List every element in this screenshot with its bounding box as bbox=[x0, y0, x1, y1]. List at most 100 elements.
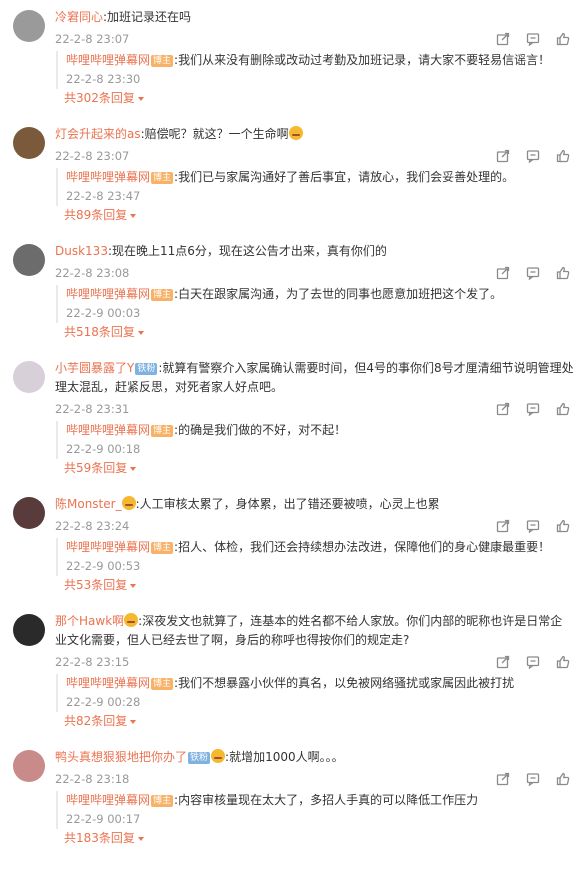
reply-content: :内容审核量现在太大了，多招人手真的可以降低工作压力 bbox=[174, 793, 479, 807]
view-replies-link[interactable]: 共302条回复 bbox=[64, 89, 584, 117]
author-badge: 博主 bbox=[151, 55, 174, 67]
comment-username[interactable]: 那个Hawk啊 bbox=[55, 614, 124, 628]
emoji-icon bbox=[121, 496, 136, 510]
comment-username[interactable]: 冷窘同心 bbox=[55, 10, 103, 24]
caret-down-icon bbox=[137, 97, 144, 101]
comment-item: 冷窘同心:加班记录还在吗 22-2-8 23:07 哔哩哔哩弹幕网 博主:我们从来没有… bbox=[0, 0, 584, 117]
view-replies-label: 共53条回复 bbox=[64, 578, 128, 592]
reply-time: 22-2-8 23:30 bbox=[66, 72, 141, 86]
comment-text: 冷窘同心:加班记录还在吗 bbox=[55, 8, 574, 27]
comment-text: 小芋圆暴露了Y 铁粉:就算有警察介入家属确认需要时间，但4号的事你们8号才厘清细节… bbox=[55, 359, 574, 397]
reply-username[interactable]: 哔哩哔哩弹幕网 bbox=[66, 287, 150, 301]
comment-list: 冷窘同心:加班记录还在吗 22-2-8 23:07 哔哩哔哩弹幕网 博主:我们从来没有… bbox=[0, 0, 584, 857]
author-reply: 哔哩哔哩弹幕网 博主:我们从来没有删除或改动过考勤及加班记录，请大家不要轻易信谣言… bbox=[56, 51, 574, 89]
reply-time: 22-2-9 00:53 bbox=[66, 559, 141, 573]
reply-username[interactable]: 哔哩哔哩弹幕网 bbox=[66, 793, 150, 807]
comment-icon[interactable] bbox=[526, 266, 540, 280]
reply-time: 22-2-8 23:47 bbox=[66, 189, 141, 203]
reply-content: :我们从来没有删除或改动过考勤及加班记录，请大家不要轻易信谣言！ bbox=[174, 53, 551, 67]
view-replies-label: 共82条回复 bbox=[64, 714, 128, 728]
author-reply: 哔哩哔哩弹幕网 博主:的确是我们做的不好，对不起！ 22-2-9 00:18 bbox=[56, 421, 574, 459]
reply-content: :白天在跟家属沟通，为了去世的同事也愿意加班把这个发了。 bbox=[174, 287, 503, 301]
share-icon[interactable] bbox=[496, 266, 510, 280]
view-replies-link[interactable]: 共183条回复 bbox=[64, 829, 584, 857]
comment-icon[interactable] bbox=[526, 519, 540, 533]
view-replies-link[interactable]: 共518条回复 bbox=[64, 323, 584, 351]
author-badge: 博主 bbox=[151, 542, 174, 554]
like-icon[interactable] bbox=[556, 149, 570, 163]
reply-content: :的确是我们做的不好，对不起！ bbox=[174, 423, 347, 437]
view-replies-label: 共59条回复 bbox=[64, 461, 128, 475]
caret-down-icon bbox=[137, 331, 144, 335]
caret-down-icon bbox=[130, 467, 137, 471]
reply-username[interactable]: 哔哩哔哩弹幕网 bbox=[66, 170, 150, 184]
avatar[interactable] bbox=[13, 244, 45, 276]
like-icon[interactable] bbox=[556, 519, 570, 533]
like-icon[interactable] bbox=[556, 402, 570, 416]
view-replies-link[interactable]: 共89条回复 bbox=[64, 206, 584, 234]
avatar[interactable] bbox=[13, 361, 45, 393]
comment-actions bbox=[496, 32, 570, 46]
like-icon[interactable] bbox=[556, 655, 570, 669]
comment-actions bbox=[496, 266, 570, 280]
comment-text: Dusk133:现在晚上11点6分，现在这公告才出来，真有你们的 bbox=[55, 242, 574, 261]
comment-icon[interactable] bbox=[526, 655, 540, 669]
author-badge: 博主 bbox=[151, 425, 174, 437]
view-replies-link[interactable]: 共53条回复 bbox=[64, 576, 584, 604]
share-icon[interactable] bbox=[496, 149, 510, 163]
comment-item: 那个Hawk啊:深夜发文也就算了，连基本的姓名都不给人家放。你们内部的昵称也许是… bbox=[0, 604, 584, 740]
fan-badge: 铁粉 bbox=[135, 363, 158, 375]
caret-down-icon bbox=[130, 584, 137, 588]
comment-username[interactable]: 陈Monster_ bbox=[55, 497, 122, 511]
view-replies-label: 共183条回复 bbox=[64, 831, 135, 845]
reply-username[interactable]: 哔哩哔哩弹幕网 bbox=[66, 676, 150, 690]
avatar[interactable] bbox=[13, 614, 45, 646]
reply-username[interactable]: 哔哩哔哩弹幕网 bbox=[66, 423, 150, 437]
like-icon[interactable] bbox=[556, 772, 570, 786]
share-icon[interactable] bbox=[496, 519, 510, 533]
author-badge: 博主 bbox=[151, 795, 174, 807]
comment-actions bbox=[496, 772, 570, 786]
comment-content: :人工审核太累了，身体累，出了错还要被喷，心灵上也累 bbox=[135, 497, 440, 511]
comment-icon[interactable] bbox=[526, 32, 540, 46]
reply-username[interactable]: 哔哩哔哩弹幕网 bbox=[66, 540, 150, 554]
fan-badge: 铁粉 bbox=[188, 752, 211, 764]
share-icon[interactable] bbox=[496, 772, 510, 786]
comment-item: 小芋圆暴露了Y 铁粉:就算有警察介入家属确认需要时间，但4号的事你们8号才厘清细节… bbox=[0, 351, 584, 487]
comment-actions bbox=[496, 402, 570, 416]
view-replies-label: 共89条回复 bbox=[64, 208, 128, 222]
comment-icon[interactable] bbox=[526, 402, 540, 416]
caret-down-icon bbox=[130, 214, 137, 218]
avatar[interactable] bbox=[13, 10, 45, 42]
view-replies-link[interactable]: 共59条回复 bbox=[64, 459, 584, 487]
comment-content: :赔偿呢？就这？一个生命啊 bbox=[140, 127, 289, 141]
comment-content: :加班记录还在吗 bbox=[103, 10, 192, 24]
share-icon[interactable] bbox=[496, 655, 510, 669]
caret-down-icon bbox=[130, 720, 137, 724]
comment-item: Dusk133:现在晚上11点6分，现在这公告才出来，真有你们的 22-2-8 2… bbox=[0, 234, 584, 351]
author-reply: 哔哩哔哩弹幕网 博主:我们不想暴露小伙伴的真名，以免被网络骚扰或家属因此被打扰 22… bbox=[56, 674, 574, 712]
comment-actions bbox=[496, 655, 570, 669]
comment-username[interactable]: 小芋圆暴露了Y bbox=[55, 361, 134, 375]
share-icon[interactable] bbox=[496, 32, 510, 46]
avatar[interactable] bbox=[13, 497, 45, 529]
view-replies-link[interactable]: 共82条回复 bbox=[64, 712, 584, 740]
comment-icon[interactable] bbox=[526, 772, 540, 786]
comment-content: :现在晚上11点6分，现在这公告才出来，真有你们的 bbox=[107, 244, 387, 258]
comment-icon[interactable] bbox=[526, 149, 540, 163]
like-icon[interactable] bbox=[556, 266, 570, 280]
reply-username[interactable]: 哔哩哔哩弹幕网 bbox=[66, 53, 150, 67]
emoji-icon bbox=[211, 749, 226, 763]
like-icon[interactable] bbox=[556, 32, 570, 46]
comment-text: 陈Monster_ :人工审核太累了，身体累，出了错还要被喷，心灵上也累 bbox=[55, 495, 574, 514]
view-replies-label: 共302条回复 bbox=[64, 91, 135, 105]
avatar[interactable] bbox=[13, 750, 45, 782]
reply-content: :我们不想暴露小伙伴的真名，以免被网络骚扰或家属因此被打扰 bbox=[174, 676, 515, 690]
share-icon[interactable] bbox=[496, 402, 510, 416]
comment-actions bbox=[496, 149, 570, 163]
comment-username[interactable]: 鸭头真想狠狠地把你办了 bbox=[55, 750, 187, 764]
avatar[interactable] bbox=[13, 127, 45, 159]
comment-username[interactable]: Dusk133 bbox=[55, 244, 108, 258]
comment-item: 鸭头真想狠狠地把你办了 铁粉:就增加1000人啊。。。 22-2-8 23:18 哔哩… bbox=[0, 740, 584, 857]
comment-username[interactable]: 灯会升起来的as bbox=[55, 127, 141, 141]
